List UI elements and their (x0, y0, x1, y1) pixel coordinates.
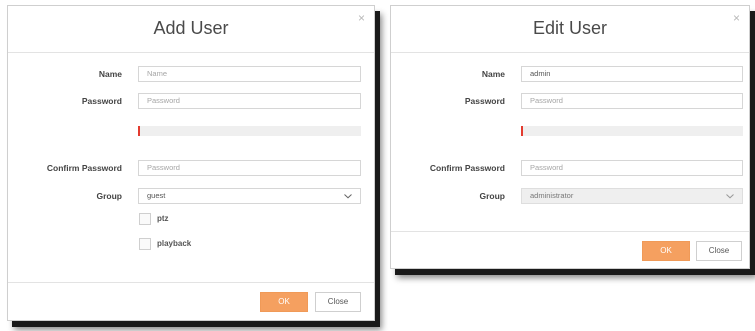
add-user-dialog: Add User × Name Name Password Password C… (7, 5, 375, 321)
dialog-title: Edit User (532, 18, 608, 38)
group-select-value: guest (147, 191, 166, 200)
password-strength-bar (521, 126, 743, 136)
confirm-password-label: Confirm Password (429, 163, 505, 173)
name-label: Name (481, 69, 505, 79)
dialog-title: Add User (153, 18, 229, 38)
ptz-checkbox[interactable] (139, 213, 151, 225)
ok-button[interactable]: OK (642, 241, 690, 261)
name-input[interactable]: Name (138, 66, 361, 82)
header-divider (8, 52, 374, 53)
close-button[interactable]: Close (696, 241, 742, 261)
password-strength-fill (138, 126, 140, 136)
close-icon[interactable]: × (733, 12, 740, 24)
footer-divider (8, 282, 374, 283)
group-label: Group (479, 191, 506, 201)
header-divider (391, 52, 749, 53)
name-input[interactable]: admin (521, 66, 743, 82)
password-strength-bar (138, 126, 361, 136)
playback-label: playback (157, 239, 192, 248)
footer-divider (391, 231, 749, 232)
group-select-value: administrator (530, 191, 574, 200)
name-label: Name (98, 69, 122, 79)
password-strength-fill (521, 126, 523, 136)
ok-button[interactable]: OK (260, 292, 308, 312)
chevron-down-icon (726, 194, 734, 199)
group-select: administrator (521, 188, 743, 204)
password-input[interactable]: Password (138, 93, 361, 109)
confirm-password-input[interactable]: Password (521, 160, 743, 176)
playback-checkbox[interactable] (139, 238, 151, 250)
password-label: Password (464, 96, 505, 106)
password-label: Password (81, 96, 122, 106)
ptz-label: ptz (157, 214, 169, 223)
chevron-down-icon (344, 194, 352, 199)
confirm-password-input[interactable]: Password (138, 160, 361, 176)
close-button[interactable]: Close (315, 292, 361, 312)
group-label: Group (96, 191, 123, 201)
edit-user-dialog: Edit User × Name admin Password Password… (390, 5, 750, 269)
group-select[interactable]: guest (138, 188, 361, 204)
password-input[interactable]: Password (521, 93, 743, 109)
close-icon[interactable]: × (358, 12, 365, 24)
confirm-password-label: Confirm Password (46, 163, 122, 173)
